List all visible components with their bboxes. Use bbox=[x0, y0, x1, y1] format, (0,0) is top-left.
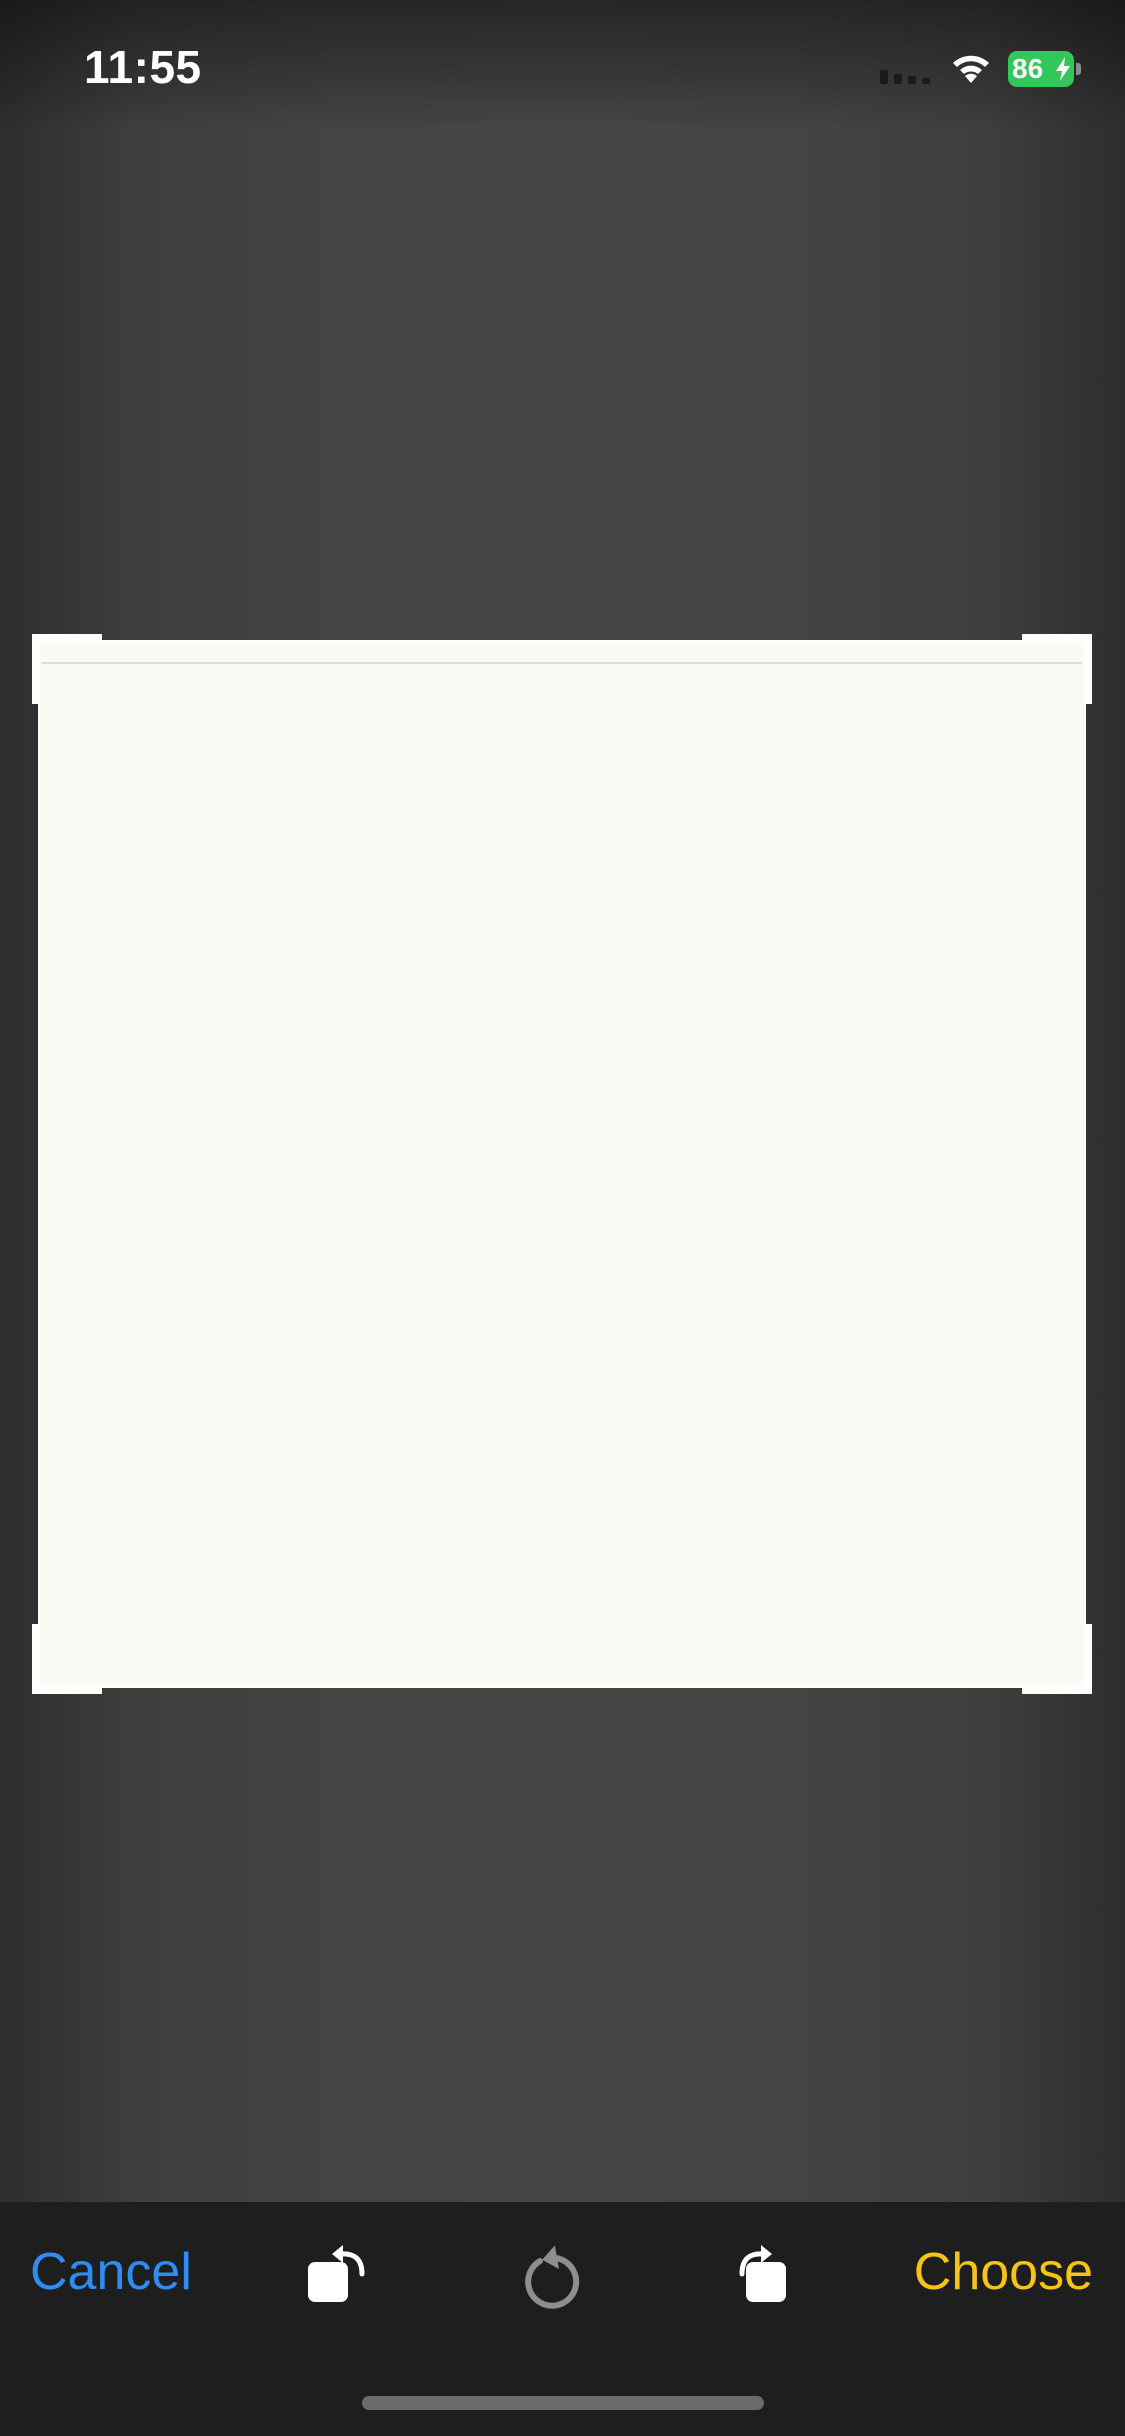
battery-tip bbox=[1076, 63, 1081, 75]
signal-icon bbox=[880, 70, 930, 84]
photo-crop-screen: 11:55 86 Cancel Choose bbox=[0, 0, 1125, 2436]
reset-rotation-icon[interactable] bbox=[510, 2228, 594, 2312]
crop-handle-bottom-left[interactable] bbox=[32, 1624, 102, 1694]
battery-percent: 86 bbox=[1012, 53, 1044, 84]
rotate-left-icon[interactable] bbox=[296, 2228, 380, 2312]
status-time: 11:55 bbox=[84, 41, 202, 93]
home-indicator[interactable] bbox=[362, 2396, 764, 2410]
crop-handle-top-right[interactable] bbox=[1022, 634, 1092, 704]
wifi-icon bbox=[953, 55, 989, 83]
rotate-right-icon[interactable] bbox=[724, 2228, 808, 2312]
crop-handle-bottom-right[interactable] bbox=[1022, 1624, 1092, 1694]
choose-button[interactable]: Choose bbox=[914, 2242, 1093, 2302]
battery-icon: 86 bbox=[1008, 51, 1082, 87]
crop-frame[interactable] bbox=[38, 640, 1086, 1688]
bolt-icon bbox=[1056, 57, 1070, 81]
crop-handle-top-left[interactable] bbox=[32, 634, 102, 704]
cancel-button[interactable]: Cancel bbox=[30, 2242, 192, 2302]
